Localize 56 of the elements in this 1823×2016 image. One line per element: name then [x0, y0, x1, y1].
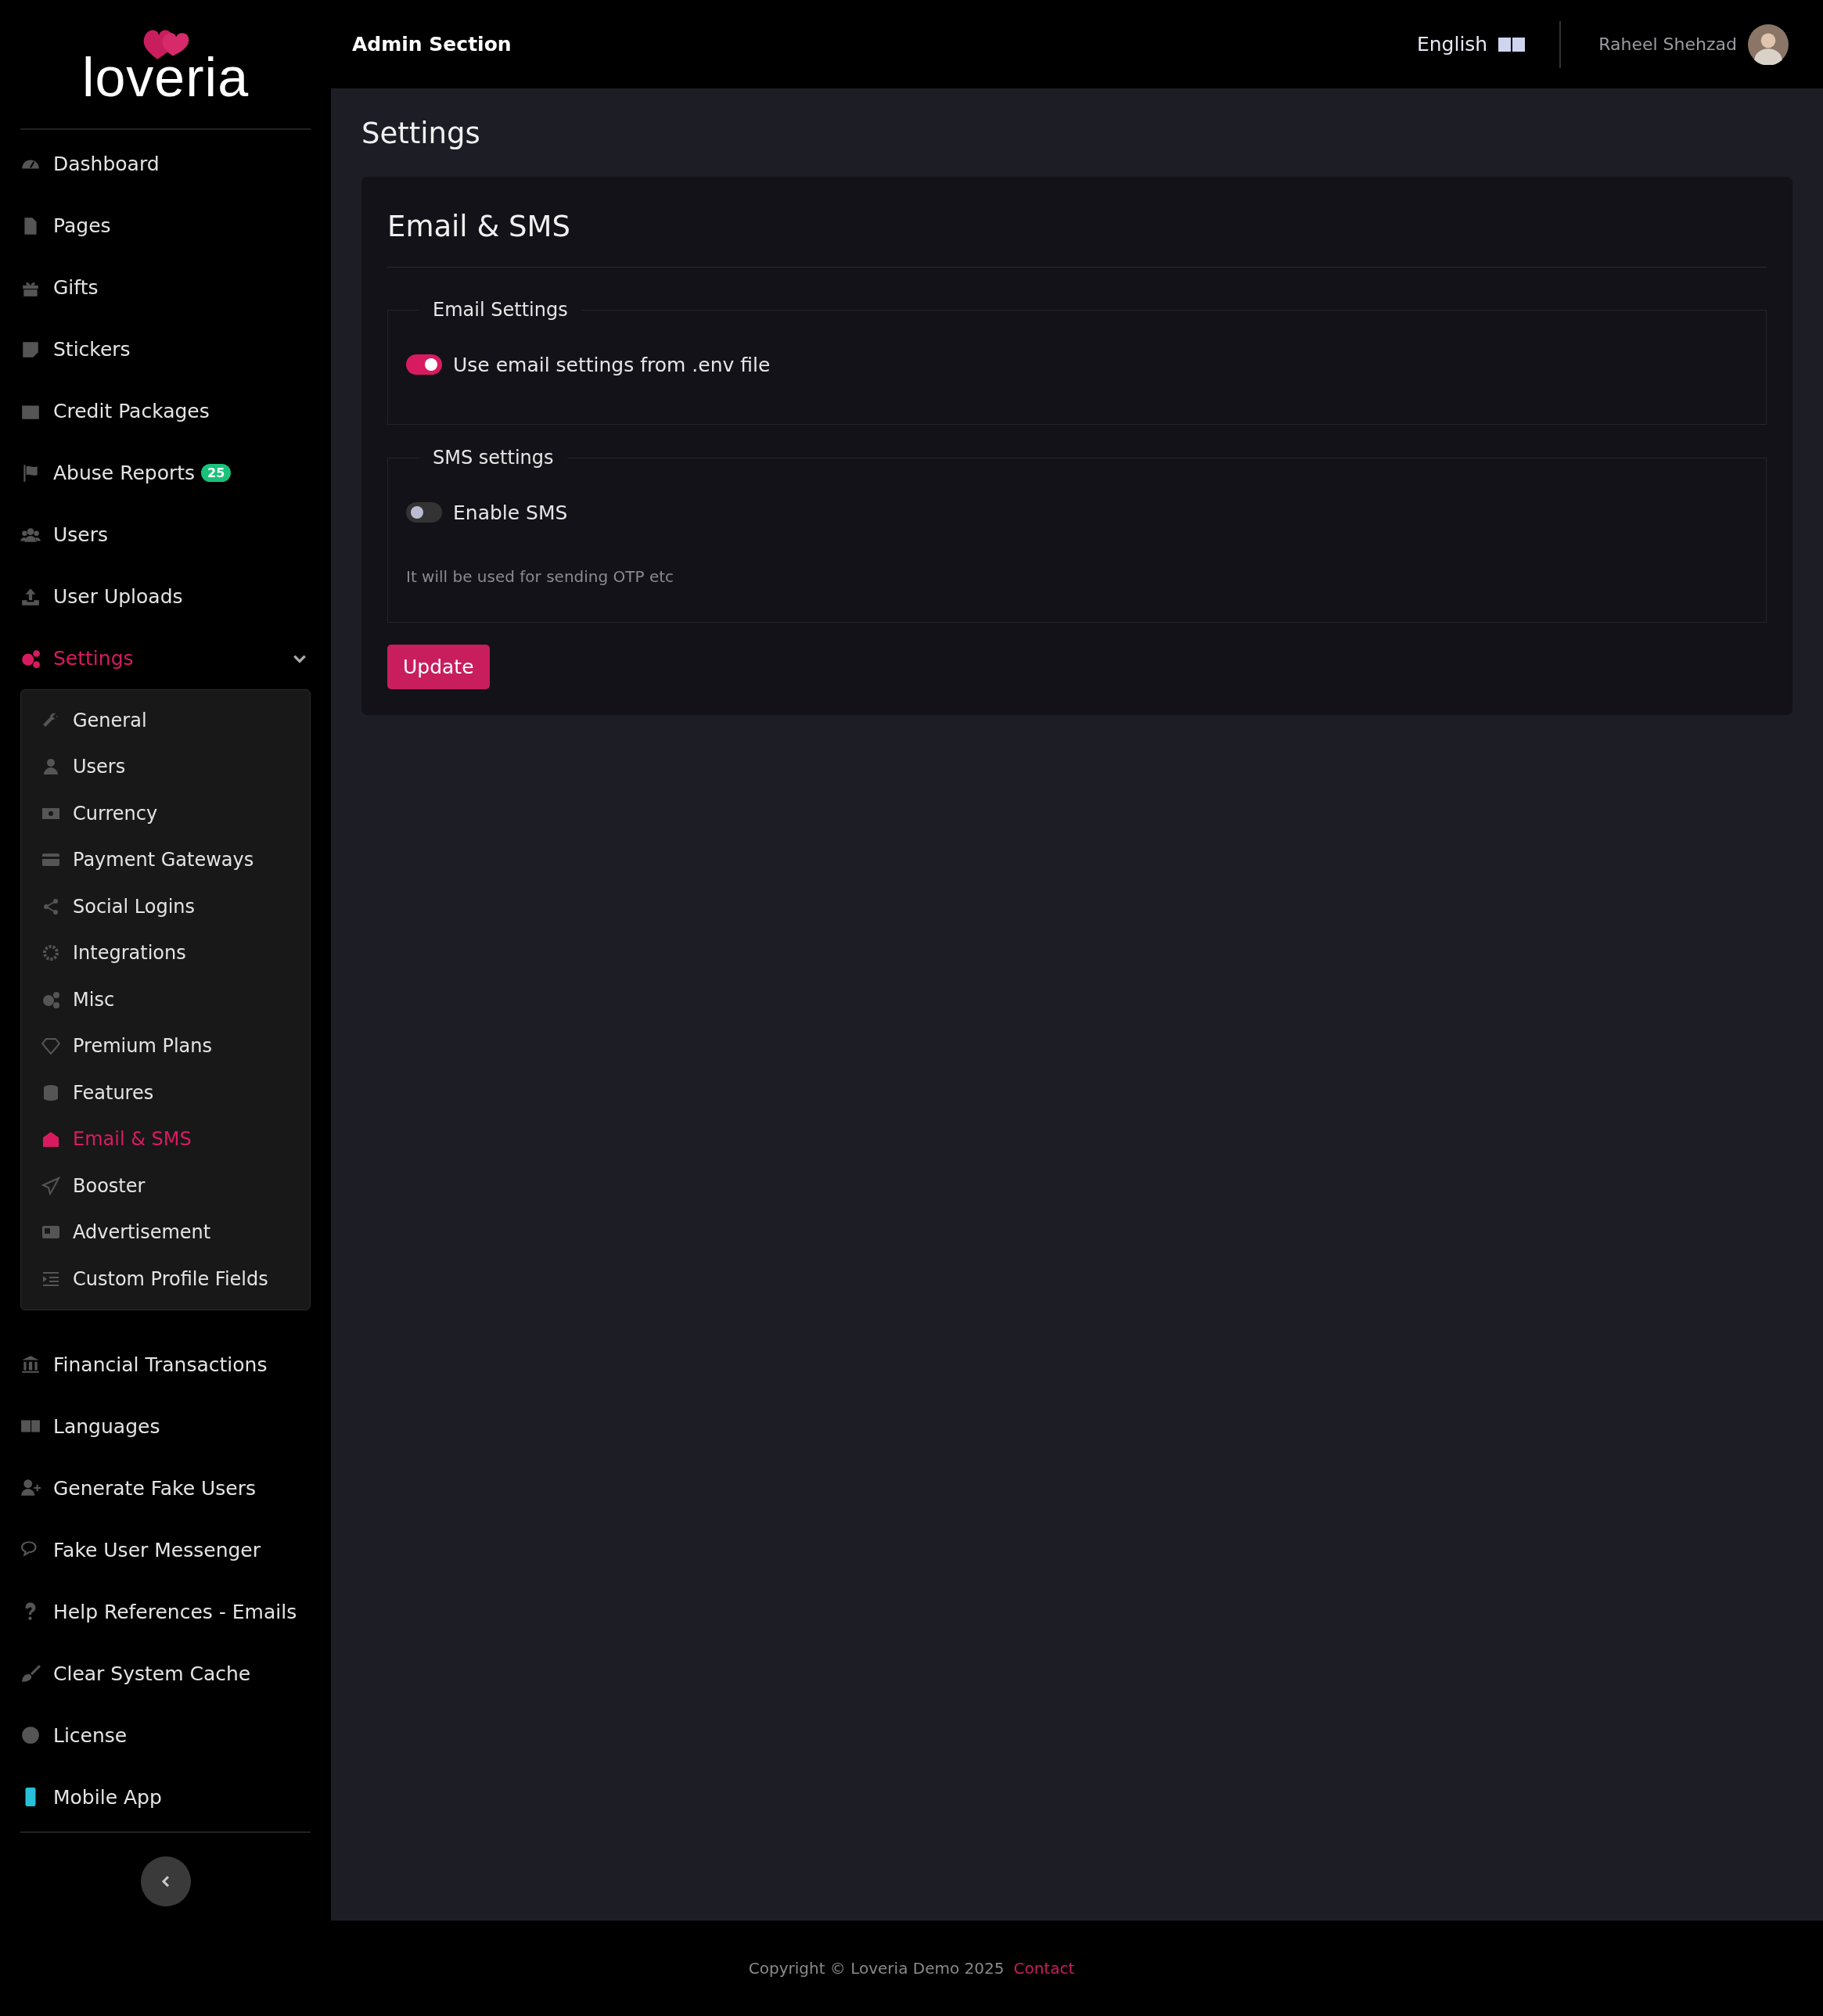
avatar[interactable]	[1748, 23, 1789, 65]
submenu-item[interactable]: Social Logins	[21, 883, 310, 930]
contact-link[interactable]: Contact	[1013, 1959, 1075, 1978]
sidebar-item[interactable]: Users	[20, 504, 311, 566]
bank-icon	[20, 1354, 41, 1375]
submenu-item[interactable]: Features	[21, 1069, 310, 1116]
update-button[interactable]: Update	[387, 645, 490, 689]
sidebar-item[interactable]: Languages	[20, 1395, 311, 1457]
toggle-label: Enable SMS	[453, 501, 568, 524]
user-icon	[41, 757, 60, 777]
sidebar-item[interactable]: Mobile App	[20, 1766, 311, 1828]
card-title: Email & SMS	[387, 210, 571, 243]
sidebar-item[interactable]: Help References - Emails	[20, 1580, 311, 1643]
submenu-item[interactable]: Currency	[21, 790, 310, 837]
submenu-item[interactable]: Misc	[21, 976, 310, 1023]
user-plus-icon	[20, 1478, 41, 1498]
broom-icon	[20, 1663, 41, 1684]
sidebar-item[interactable]: Generate Fake Users	[20, 1457, 311, 1519]
database-icon	[41, 1083, 60, 1102]
group-legend: Email Settings	[419, 299, 581, 321]
submenu-item[interactable]: General	[21, 697, 310, 744]
page-title: Settings	[361, 117, 481, 150]
sidebar-item[interactable]: Stickers	[20, 318, 311, 380]
sidebar-item[interactable]: Financial Transactions	[20, 1333, 311, 1396]
group-legend: SMS settings	[419, 447, 567, 469]
submenu-item[interactable]: Booster	[21, 1163, 310, 1209]
sidebar-item[interactable]: License	[20, 1704, 311, 1766]
submenu-item[interactable]: Integrations	[21, 929, 310, 976]
count-badge: 25	[201, 464, 232, 482]
sidebar-item[interactable]: User Uploads	[20, 566, 311, 627]
submenu-item[interactable]: Advertisement	[21, 1209, 310, 1256]
diamond-icon	[41, 1037, 60, 1056]
submenu-item[interactable]: Payment Gateways	[21, 836, 310, 883]
paper-plane-icon	[41, 1176, 60, 1195]
sidebar-item[interactable]: Fake User Messenger	[20, 1518, 311, 1581]
copyright-text: Copyright © Loveria Demo 2025	[748, 1959, 1005, 1978]
logo-text: loveria	[81, 50, 250, 105]
language-selector[interactable]: English	[1416, 33, 1526, 56]
toggle-label: Use email settings from .env file	[453, 353, 771, 376]
section-title: Admin Section	[352, 33, 512, 56]
share-icon	[41, 897, 60, 916]
sidebar-item[interactable]: Credit Packages	[20, 380, 311, 442]
toggle-switch[interactable]	[406, 502, 442, 523]
sidebar-item[interactable]: Dashboard	[20, 133, 311, 195]
submenu-item[interactable]: Premium Plans	[21, 1022, 310, 1069]
sidebar-item[interactable]: Clear System Cache	[20, 1642, 311, 1705]
toggle-switch[interactable]	[406, 354, 442, 375]
submenu-item[interactable]: Users	[21, 743, 310, 790]
submenu-item[interactable]: Email & SMS	[21, 1116, 310, 1163]
help-text: It will be used for sending OTP etc	[406, 567, 675, 586]
sidebar-item[interactable]: Pages	[20, 195, 311, 257]
submenu-item[interactable]: Custom Profile Fields	[21, 1256, 310, 1303]
sidebar-item[interactable]: Settings	[20, 627, 311, 689]
sidebar-item[interactable]: Gifts	[20, 257, 311, 318]
user-name[interactable]: Raheel Shehzad	[1598, 34, 1737, 54]
sidebar-item[interactable]: Abuse Reports 25	[20, 442, 311, 504]
